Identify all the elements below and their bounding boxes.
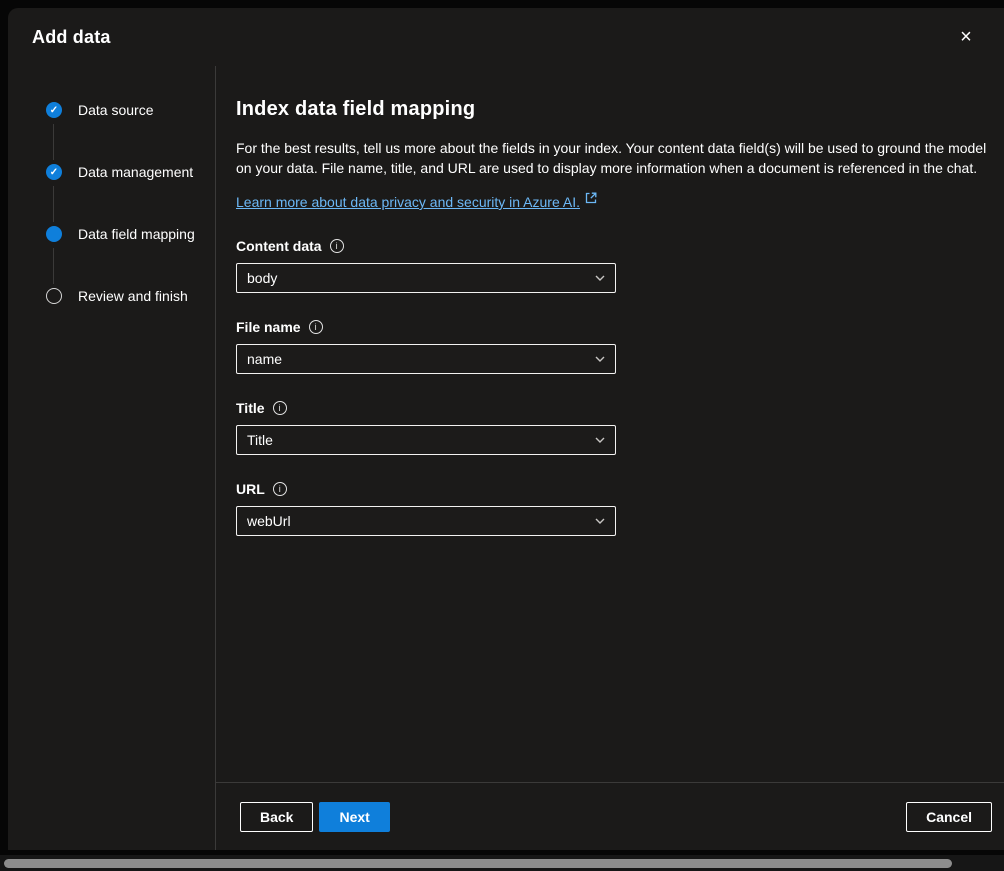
add-data-dialog: Add data × ✓ Data source ✓ Data manageme… [8, 8, 1004, 850]
field-label-row: Title i [236, 400, 988, 416]
step-current-icon [46, 226, 62, 242]
step-review-and-finish[interactable]: Review and finish [46, 286, 215, 306]
info-icon[interactable]: i [309, 320, 323, 334]
field-label: Content data [236, 238, 322, 254]
dropdown-file-name[interactable]: name [236, 344, 616, 374]
step-complete-icon: ✓ [46, 102, 62, 118]
chevron-down-icon [594, 272, 606, 284]
step-complete-icon: ✓ [46, 164, 62, 180]
privacy-link-text: Learn more about data privacy and securi… [236, 194, 580, 210]
info-icon[interactable]: i [273, 401, 287, 415]
close-button[interactable]: × [950, 21, 982, 53]
link-row: Learn more about data privacy and securi… [236, 194, 988, 212]
step-label: Data source [78, 102, 153, 118]
chevron-down-icon [594, 353, 606, 365]
dropdown-value: Title [247, 432, 273, 448]
step-label: Data field mapping [78, 226, 195, 242]
field-label: URL [236, 481, 265, 497]
field-label: Title [236, 400, 265, 416]
step-label: Data management [78, 164, 193, 180]
wizard-stepper: ✓ Data source ✓ Data management Data fie… [8, 66, 215, 850]
dropdown-content-data[interactable]: body [236, 263, 616, 293]
field-group-title: Title i Title [236, 400, 988, 455]
dropdown-url[interactable]: webUrl [236, 506, 616, 536]
external-link-icon [585, 192, 597, 204]
dialog-footer: Back Next Cancel [216, 782, 1004, 850]
horizontal-scrollbar-thumb[interactable] [4, 859, 952, 868]
dialog-body: ✓ Data source ✓ Data management Data fie… [8, 66, 1004, 850]
step-data-field-mapping[interactable]: Data field mapping [46, 224, 215, 244]
dialog-title: Add data [32, 27, 111, 48]
page-background: { "dialog": { "title": "Add data" }, "ic… [0, 0, 1004, 871]
step-upcoming-icon [46, 288, 62, 304]
dropdown-value: webUrl [247, 513, 291, 529]
field-label-row: URL i [236, 481, 988, 497]
description-text: For the best results, tell us more about… [236, 139, 988, 178]
next-button[interactable]: Next [319, 802, 389, 832]
close-icon: × [960, 27, 972, 47]
horizontal-scrollbar-track[interactable] [0, 855, 1004, 871]
chevron-down-icon [594, 434, 606, 446]
field-label-row: Content data i [236, 238, 988, 254]
step-label: Review and finish [78, 288, 188, 304]
back-button[interactable]: Back [240, 802, 313, 832]
info-icon[interactable]: i [273, 482, 287, 496]
field-group-url: URL i webUrl [236, 481, 988, 536]
page-title: Index data field mapping [236, 98, 988, 121]
step-data-management[interactable]: ✓ Data management [46, 162, 215, 182]
chevron-down-icon [594, 515, 606, 527]
dropdown-value: body [247, 270, 277, 286]
dropdown-title[interactable]: Title [236, 425, 616, 455]
field-group-content-data: Content data i body [236, 238, 988, 293]
dialog-header: Add data × [8, 8, 1004, 66]
field-group-file-name: File name i name [236, 319, 988, 374]
content-column: Index data field mapping For the best re… [216, 66, 1004, 850]
field-label: File name [236, 319, 301, 335]
info-icon[interactable]: i [330, 239, 344, 253]
dropdown-value: name [247, 351, 282, 367]
step-data-source[interactable]: ✓ Data source [46, 100, 215, 120]
field-label-row: File name i [236, 319, 988, 335]
cancel-button[interactable]: Cancel [906, 802, 992, 832]
content-area: Index data field mapping For the best re… [216, 66, 1004, 782]
privacy-link[interactable]: Learn more about data privacy and securi… [236, 194, 597, 210]
